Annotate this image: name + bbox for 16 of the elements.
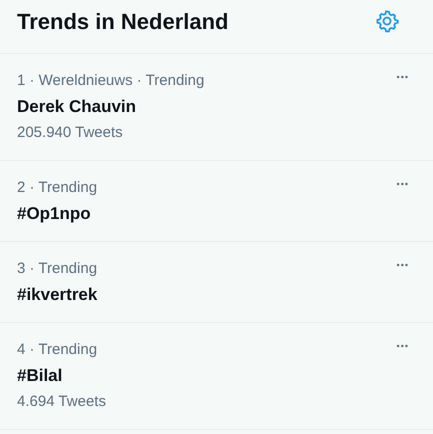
trend-context: 1 · Wereldnieuws · Trending [17, 71, 204, 91]
more-button[interactable]: ••• [394, 177, 411, 191]
trend-context: 3 · Trending [17, 259, 98, 279]
trend-context: 4 · Trending [17, 340, 98, 360]
more-button[interactable]: ••• [394, 70, 411, 84]
trend-topic[interactable]: Derek Chauvin [17, 94, 136, 120]
trend-topic[interactable]: #Bilal [17, 363, 62, 389]
tweet-count: 4.694 Tweets [17, 392, 106, 412]
panel-title: Trends in Nederland [17, 8, 228, 34]
tweet-count: 205.940 Tweets [17, 123, 123, 143]
settings-icon[interactable] [375, 8, 399, 32]
more-button[interactable]: ••• [394, 258, 411, 272]
more-button[interactable]: ••• [394, 339, 411, 353]
trend-topic[interactable]: #Op1npo [17, 201, 91, 227]
trend-context: 2 · Trending [17, 178, 98, 198]
trend-topic[interactable]: #ikvertrek [17, 282, 98, 308]
